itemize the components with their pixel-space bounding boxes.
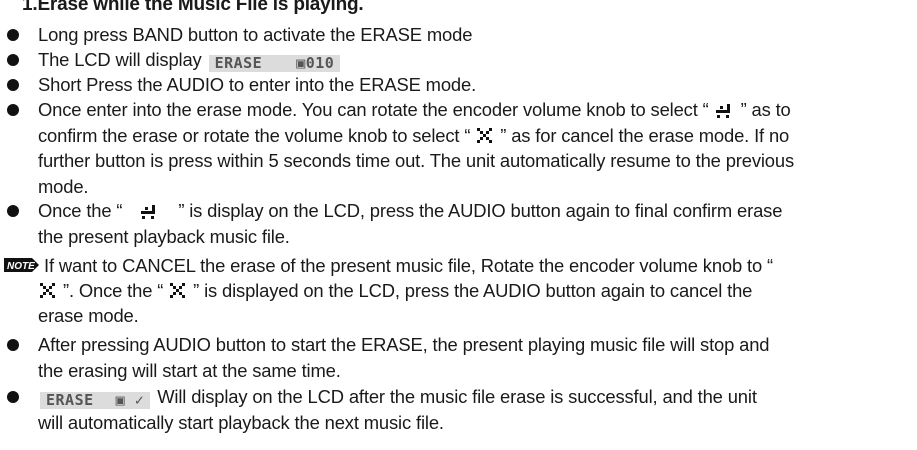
item-text: the erasing will start at the same time. bbox=[38, 359, 341, 381]
item-text: will automatically start playback the ne… bbox=[38, 411, 444, 433]
item-text: ” as to bbox=[740, 99, 791, 120]
item-text: further button is press within 5 seconds… bbox=[38, 150, 795, 171]
item-text: Once enter into the erase mode. You can … bbox=[38, 99, 709, 120]
lcd-erase-text: ERASE bbox=[46, 391, 94, 409]
lcd-display: ERASE ▣ ✓ bbox=[40, 391, 151, 409]
lcd-erase-text: ERASE bbox=[214, 54, 263, 72]
cancel-erase-icon bbox=[170, 283, 186, 298]
item-text: confirm the erase or rotate the volume k… bbox=[38, 124, 471, 146]
bullet-icon bbox=[7, 29, 19, 41]
note-text: ” is displayed on the LCD, press the AUD… bbox=[193, 280, 753, 301]
bullet-icon bbox=[7, 104, 19, 116]
note-badge-icon: NOTE bbox=[4, 258, 39, 272]
bullet-icon bbox=[7, 391, 19, 403]
lcd-track-text: ▣010 bbox=[296, 54, 335, 72]
item-text: Long press BAND button to activate the E… bbox=[38, 24, 473, 45]
note-text: ”. Once the “ bbox=[62, 280, 164, 301]
cancel-erase-icon bbox=[477, 127, 493, 143]
cancel-erase-icon bbox=[40, 283, 55, 298]
item-text: ” as for cancel the erase mode. If no bbox=[500, 124, 790, 146]
bullet-icon bbox=[7, 54, 19, 66]
item-text: Will display on the LCD after the music … bbox=[157, 386, 757, 407]
item-text: Short Press the AUDIO to enter into the … bbox=[38, 74, 477, 95]
item-text: the present playback music file. bbox=[38, 225, 290, 247]
note-text: erase mode. bbox=[38, 305, 139, 326]
note-badge-label: NOTE bbox=[7, 261, 35, 272]
item-text: mode. bbox=[38, 175, 89, 197]
note-text: If want to CANCEL the erase of the prese… bbox=[44, 255, 773, 276]
item-text: Once the “ bbox=[38, 200, 123, 221]
item-text: The LCD will display bbox=[38, 49, 202, 70]
bullet-icon bbox=[7, 205, 19, 217]
section-heading: 1.Erase while the Music File is playing. bbox=[22, 0, 364, 15]
confirm-erase-icon bbox=[141, 205, 156, 219]
bullet-icon bbox=[7, 79, 19, 91]
item-text: ” is display on the LCD, press the AUDIO… bbox=[178, 200, 783, 221]
confirm-erase-icon bbox=[715, 104, 730, 118]
lcd-status-text: ▣ ✓ bbox=[115, 391, 145, 409]
bullet-icon bbox=[7, 339, 19, 351]
item-text: After pressing AUDIO button to start the… bbox=[38, 334, 770, 355]
lcd-display: ERASE ▣010 bbox=[208, 54, 341, 72]
